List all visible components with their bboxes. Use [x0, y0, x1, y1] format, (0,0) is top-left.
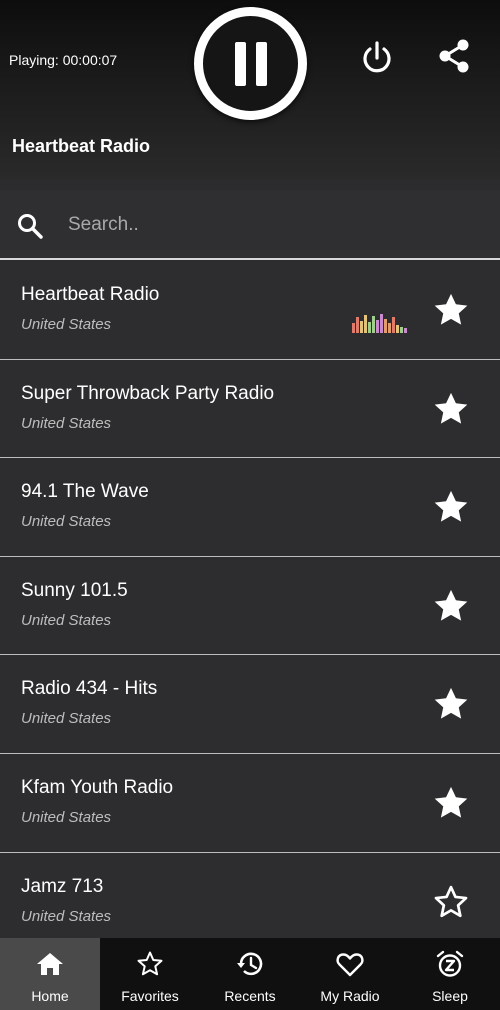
- favorite-star-icon[interactable]: [432, 390, 470, 428]
- station-row[interactable]: Jamz 713 United States: [0, 852, 500, 952]
- share-icon[interactable]: [434, 36, 474, 76]
- search-icon: [18, 214, 43, 239]
- search-input[interactable]: [68, 210, 468, 240]
- station-name: Jamz 713: [21, 875, 104, 897]
- station-row[interactable]: Sunny 101.5 United States: [0, 556, 500, 656]
- station-row[interactable]: Radio 434 - Hits United States: [0, 655, 500, 754]
- favorite-star-outline-icon[interactable]: [432, 883, 470, 921]
- station-name: Sunny 101.5: [21, 579, 128, 601]
- station-name: Super Throwback Party Radio: [21, 382, 275, 404]
- pause-button[interactable]: [194, 7, 307, 120]
- nav-label: My Radio: [320, 988, 380, 1004]
- station-row[interactable]: Heartbeat Radio United States: [0, 261, 500, 360]
- favorite-star-icon[interactable]: [432, 587, 470, 625]
- equalizer-icon: [352, 314, 407, 333]
- station-country: United States: [21, 414, 112, 432]
- nav-favorites[interactable]: Favorites: [100, 938, 200, 1010]
- player-header: Playing: 00:00:07 Heartbeat Radio: [0, 0, 500, 180]
- station-country: United States: [21, 611, 112, 629]
- station-list: Heartbeat Radio United States Super Thro…: [0, 261, 500, 952]
- home-icon: [37, 953, 63, 975]
- heart-outline-icon: [336, 953, 364, 977]
- pause-icon-bar-left: [234, 41, 246, 86]
- station-name: Radio 434 - Hits: [21, 678, 158, 700]
- station-country: United States: [21, 316, 112, 333]
- station-row[interactable]: Super Throwback Party Radio United State…: [0, 359, 500, 459]
- favorite-star-icon[interactable]: [432, 488, 470, 526]
- nav-label: Home: [31, 988, 69, 1004]
- favorite-star-icon[interactable]: [432, 784, 470, 822]
- search-bar: [0, 190, 500, 260]
- nav-sleep[interactable]: Sleep: [400, 938, 500, 1010]
- nav-home[interactable]: Home: [0, 938, 100, 1010]
- playing-time: Playing: 00:00:07: [9, 52, 118, 68]
- nav-my-radio[interactable]: My Radio: [300, 938, 400, 1010]
- favorite-star-icon[interactable]: [432, 291, 470, 329]
- alarm-sleep-icon: [436, 950, 464, 977]
- nav-recents[interactable]: Recents: [200, 938, 300, 1010]
- station-country: United States: [21, 513, 112, 531]
- station-name: Heartbeat Radio: [21, 284, 160, 305]
- power-icon[interactable]: [357, 38, 397, 78]
- station-name: 94.1 The Wave: [21, 481, 149, 503]
- nav-label: Sleep: [432, 988, 468, 1004]
- nav-label: Recents: [224, 988, 276, 1004]
- history-icon: [237, 952, 263, 976]
- station-name: Kfam Youth Radio: [21, 776, 174, 798]
- nav-label: Favorites: [121, 988, 179, 1004]
- station-country: United States: [21, 907, 112, 925]
- station-row[interactable]: Kfam Youth Radio United States: [0, 753, 500, 853]
- station-country: United States: [21, 808, 112, 826]
- star-outline-icon: [137, 951, 163, 976]
- favorite-star-icon[interactable]: [432, 685, 470, 723]
- pause-icon-bar-right: [255, 41, 267, 86]
- bottom-nav: Home Favorites Recents My Radio Sleep: [0, 938, 500, 1010]
- station-country: United States: [21, 710, 112, 728]
- station-row[interactable]: 94.1 The Wave United States: [0, 458, 500, 557]
- current-station-title: Heartbeat Radio: [12, 136, 151, 156]
